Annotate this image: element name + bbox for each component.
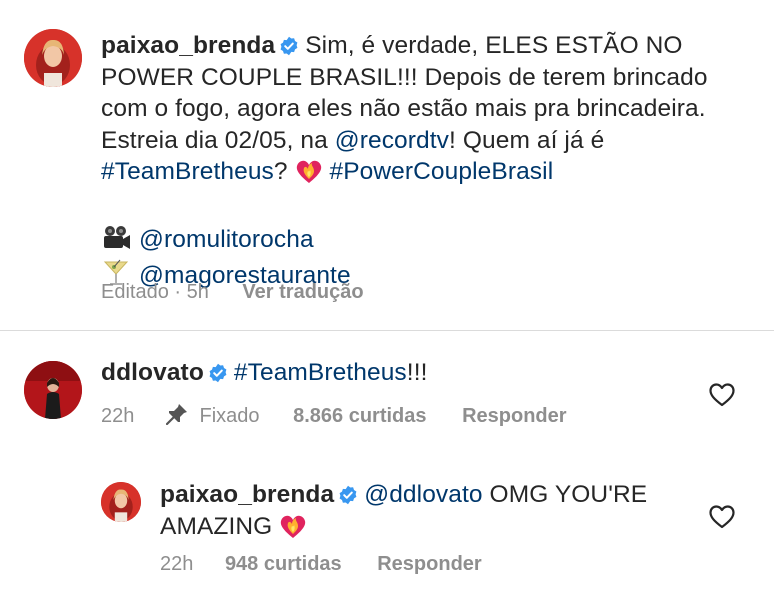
- username-ddlovato[interactable]: ddlovato: [101, 359, 204, 386]
- caption-divider: [0, 330, 774, 331]
- reply-button[interactable]: Responder: [462, 405, 566, 427]
- reply-button[interactable]: Responder: [377, 553, 481, 575]
- pin-icon: [165, 403, 188, 431]
- verified-badge-icon: [208, 363, 228, 383]
- reply-meta: 22h 948 curtidas Responder: [160, 553, 482, 576]
- hashtag-teambretheus[interactable]: #TeamBretheus: [234, 359, 407, 386]
- reply-text: paixao_brenda @ddlovato OMG YOU'RE AMAZIN…: [160, 479, 660, 547]
- comment-likes-count[interactable]: 8.866 curtidas: [293, 405, 426, 427]
- edited-timestamp: Editado · 5h: [101, 281, 209, 303]
- heart-on-fire-emoji-icon: [279, 513, 307, 548]
- caption-body-3: ?: [273, 158, 295, 185]
- comment-timestamp: 22h: [101, 405, 135, 427]
- caption-body-2: ! Quem aí já é: [449, 126, 605, 154]
- pinned-label: Fixado: [199, 405, 260, 427]
- comment-ddlovato-suffix: !!!: [406, 359, 428, 386]
- reply-timestamp: 22h: [160, 553, 194, 575]
- username-paixao-brenda[interactable]: paixao_brenda: [160, 481, 334, 508]
- movie-camera-icon: [101, 225, 131, 260]
- credit-line-1: @romulitorocha: [101, 224, 751, 260]
- verified-badge-icon: [279, 36, 299, 56]
- like-heart-icon[interactable]: [709, 505, 735, 529]
- caption-text: paixao_brenda Sim, é verdade, ELES ESTÃO …: [101, 30, 751, 296]
- hashtag-teambretheus[interactable]: #TeamBretheus: [101, 158, 274, 185]
- mention-romulitorocha[interactable]: @romulitorocha: [139, 226, 314, 253]
- heart-on-fire-emoji-icon: [295, 158, 323, 193]
- verified-badge-icon: [338, 485, 358, 505]
- reply-likes-count[interactable]: 948 curtidas: [225, 553, 342, 575]
- comment-ddlovato-meta: 22h Fixado 8.866 curtidas Responder: [101, 403, 567, 431]
- mention-ddlovato[interactable]: @ddlovato: [364, 481, 482, 508]
- like-heart-icon[interactable]: [709, 383, 735, 407]
- mention-recordtv[interactable]: @recordtv: [335, 127, 449, 154]
- avatar-ddlovato[interactable]: [24, 361, 82, 419]
- caption-meta-row: Editado · 5h Ver tradução: [101, 281, 364, 304]
- comment-ddlovato-text: ddlovato #TeamBretheus!!!: [101, 357, 701, 389]
- username-paixao-brenda[interactable]: paixao_brenda: [101, 32, 275, 59]
- avatar-paixao-brenda-small[interactable]: [101, 482, 141, 522]
- avatar-paixao-brenda[interactable]: [24, 29, 82, 87]
- see-translation-link[interactable]: Ver tradução: [242, 281, 363, 303]
- hashtag-powercouplebrasil[interactable]: #PowerCoupleBrasil: [329, 158, 553, 185]
